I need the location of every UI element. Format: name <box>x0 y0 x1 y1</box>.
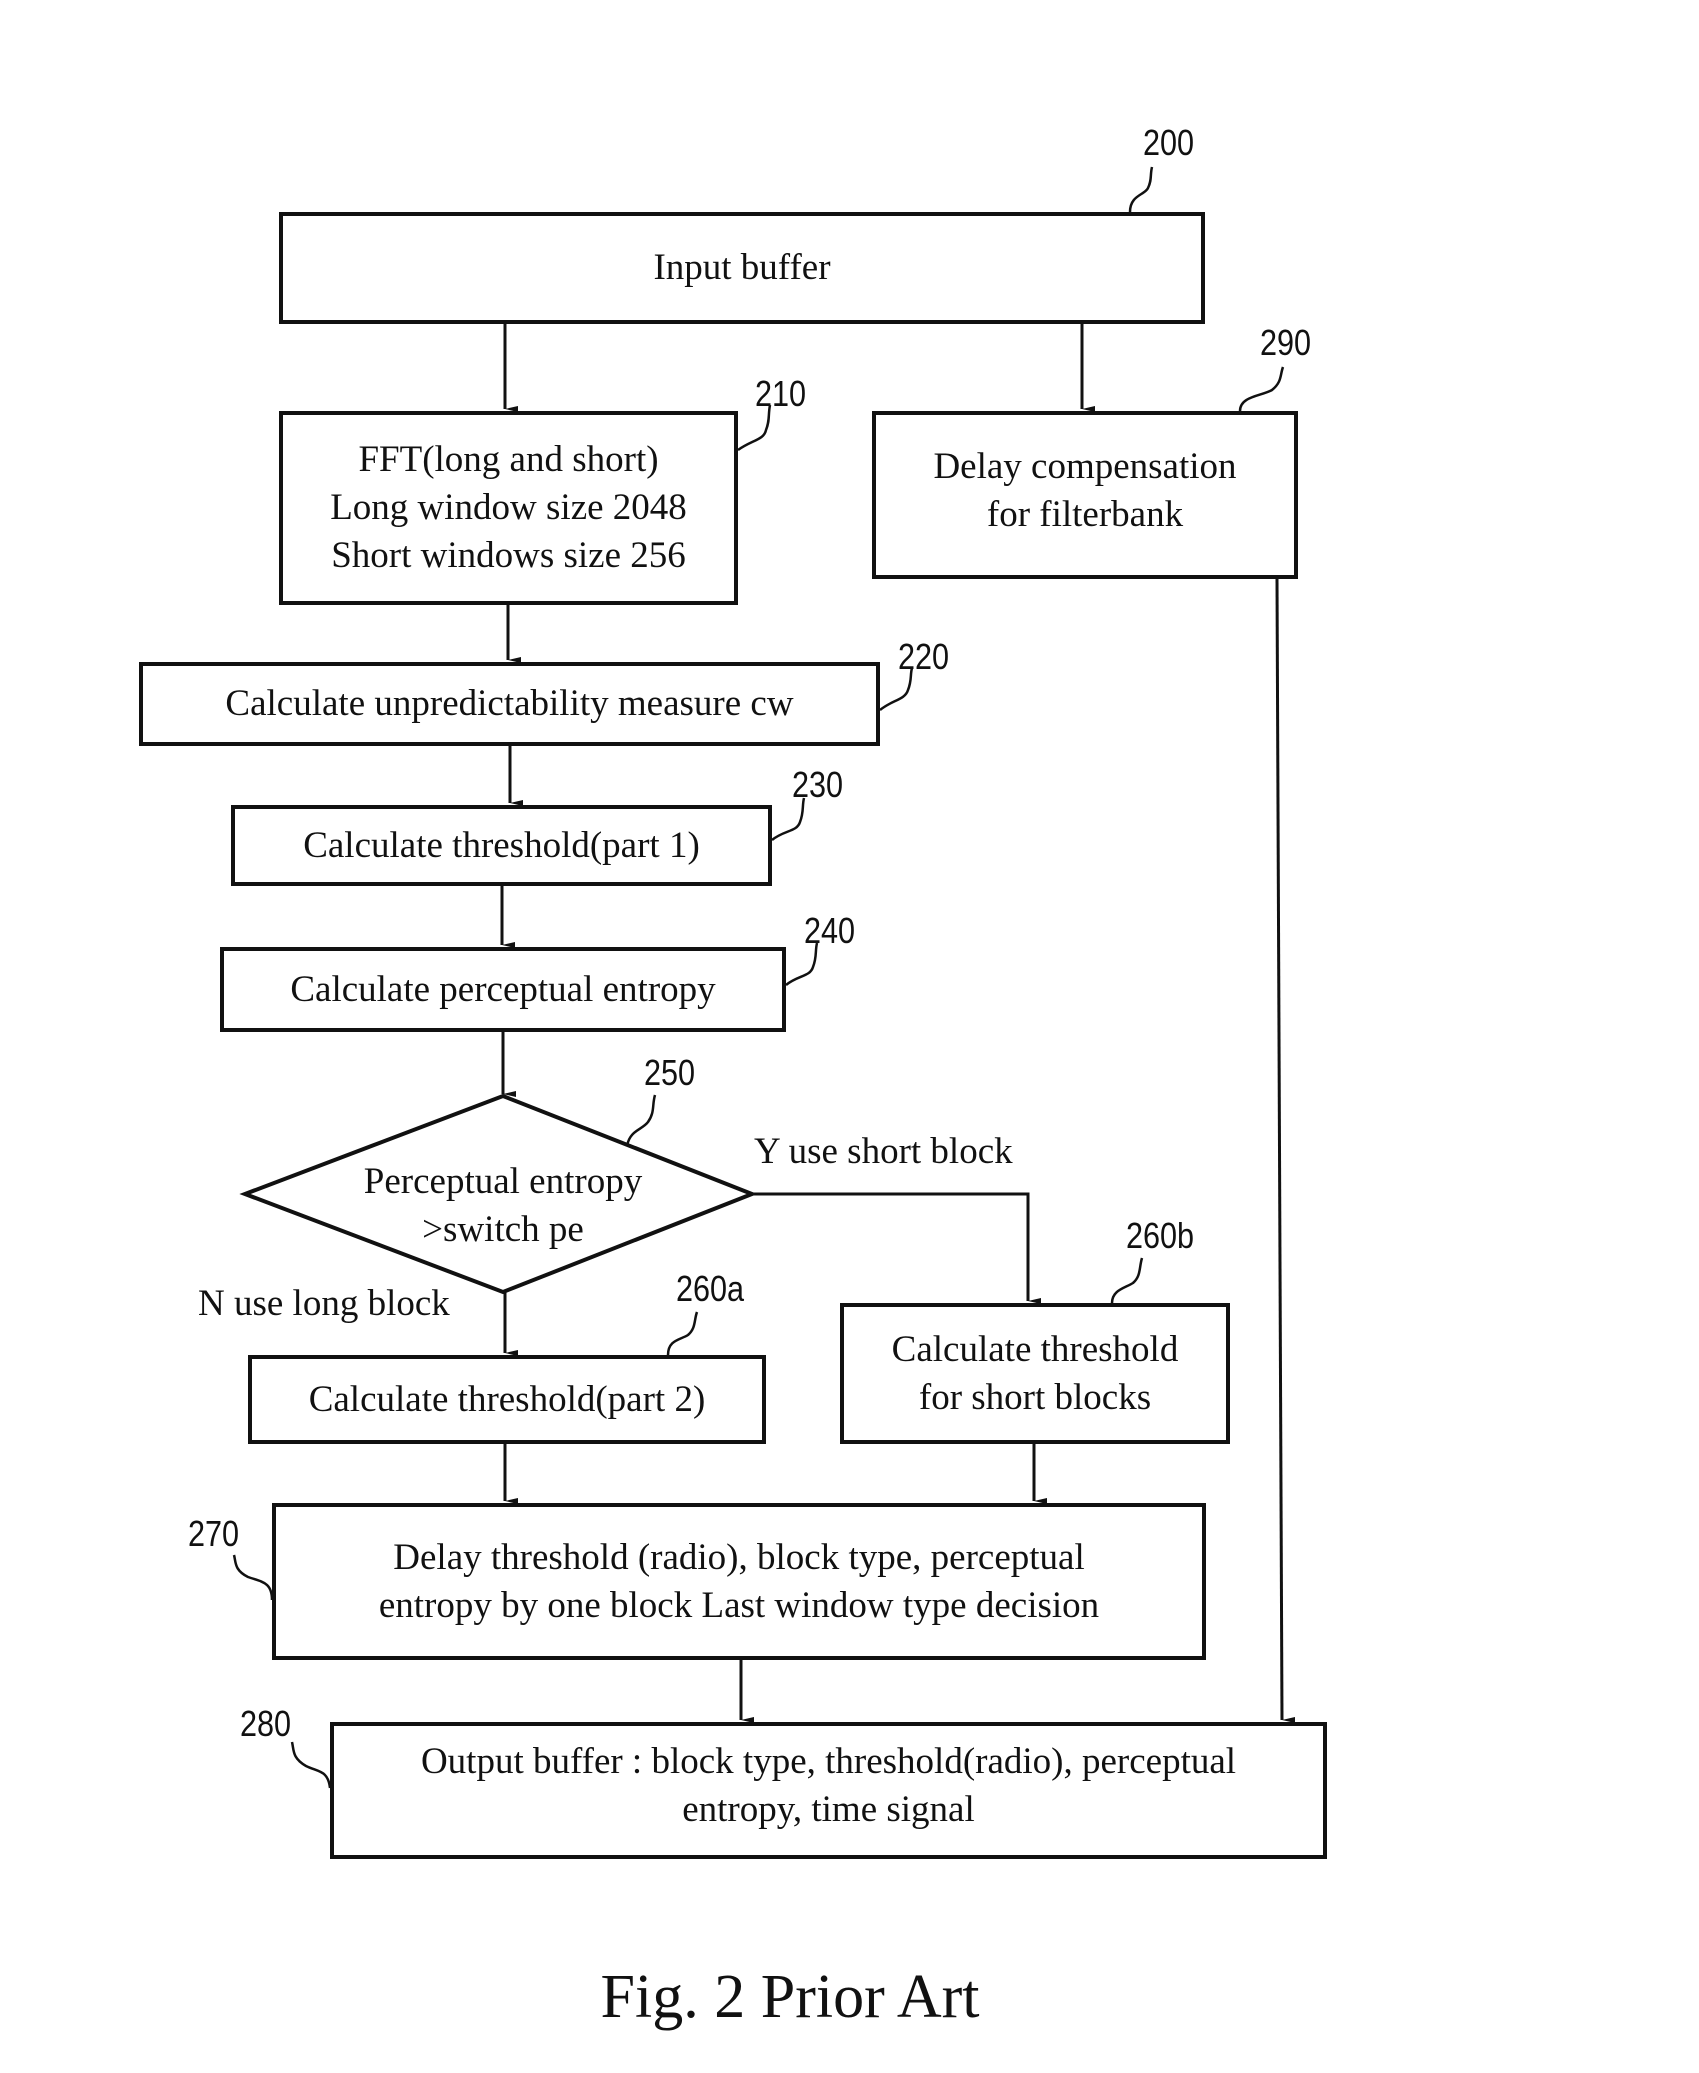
node-fft: FFT(long and short) Long window size 204… <box>279 411 738 605</box>
decision-line: >switch pe <box>422 1209 584 1250</box>
node-text: Delay compensation <box>933 446 1237 487</box>
ref-240: 240 <box>804 910 856 951</box>
ref-280: 280 <box>240 1703 292 1744</box>
decision-text: Perceptual entropy >switch pe <box>303 1158 703 1254</box>
ref-260a: 260a <box>676 1268 745 1309</box>
node-perceptual-entropy: Calculate perceptual entropy <box>220 947 786 1032</box>
node-text: Calculate threshold <box>891 1328 1179 1370</box>
ref-220: 220 <box>898 636 950 677</box>
ref-270: 270 <box>188 1513 240 1554</box>
node-threshold-short: Calculate threshold for short blocks <box>840 1303 1230 1444</box>
node-text: Calculate threshold(part 2) <box>308 1378 706 1420</box>
node-text: for filterbank <box>986 494 1184 535</box>
node-threshold-part1: Calculate threshold(part 1) <box>231 805 772 886</box>
node-text: Short windows size 256 <box>331 535 686 576</box>
node-delay-compensation: Delay compensation for filterbank <box>872 411 1298 579</box>
node-text: FFT(long and short) <box>358 439 659 480</box>
node-delay-threshold: Delay threshold (radio), block type, per… <box>272 1503 1206 1660</box>
node-text: Calculate perceptual entropy <box>290 968 716 1010</box>
node-threshold-part2: Calculate threshold(part 2) <box>248 1355 766 1444</box>
ref-210: 210 <box>755 373 807 414</box>
node-text: Output buffer : block type, threshold(ra… <box>420 1741 1237 1782</box>
ref-250: 250 <box>644 1052 696 1093</box>
leader-260a <box>666 1311 699 1356</box>
node-text: Input buffer <box>653 247 831 288</box>
leader-260b <box>1110 1257 1144 1304</box>
node-text: Calculate threshold(part 1) <box>303 824 700 866</box>
leader-270 <box>232 1554 274 1601</box>
ref-230: 230 <box>792 764 844 805</box>
leader-200 <box>1128 166 1154 213</box>
node-text: entropy, time signal <box>682 1789 975 1830</box>
leader-290 <box>1238 366 1285 412</box>
edge-250-260b <box>752 1192 1041 1304</box>
ref-260b: 260b <box>1126 1215 1195 1256</box>
ref-200: 200 <box>1143 122 1195 163</box>
yes-branch-label: Y use short block <box>754 1131 1013 1172</box>
node-text: Calculate unpredictability measure cw <box>225 683 794 724</box>
node-unpredictability: Calculate unpredictability measure cw <box>139 662 880 746</box>
leader-280 <box>290 1741 332 1789</box>
node-input-buffer: Input buffer <box>279 212 1205 324</box>
ref-290: 290 <box>1260 322 1312 363</box>
decision-line: Perceptual entropy <box>363 1161 643 1202</box>
node-text: for short blocks <box>918 1376 1152 1418</box>
leader-250 <box>625 1094 657 1147</box>
node-text: entropy by one block Last window type de… <box>378 1584 1100 1626</box>
node-text: Long window size 2048 <box>330 487 687 528</box>
no-branch-label: N use long block <box>198 1283 450 1324</box>
node-text: Delay threshold (radio), block type, per… <box>393 1536 1085 1578</box>
figure-caption: Fig. 2 Prior Art <box>600 1963 980 2031</box>
edge-290-280 <box>1275 578 1296 1723</box>
node-output-buffer: Output buffer : block type, threshold(ra… <box>330 1722 1327 1859</box>
